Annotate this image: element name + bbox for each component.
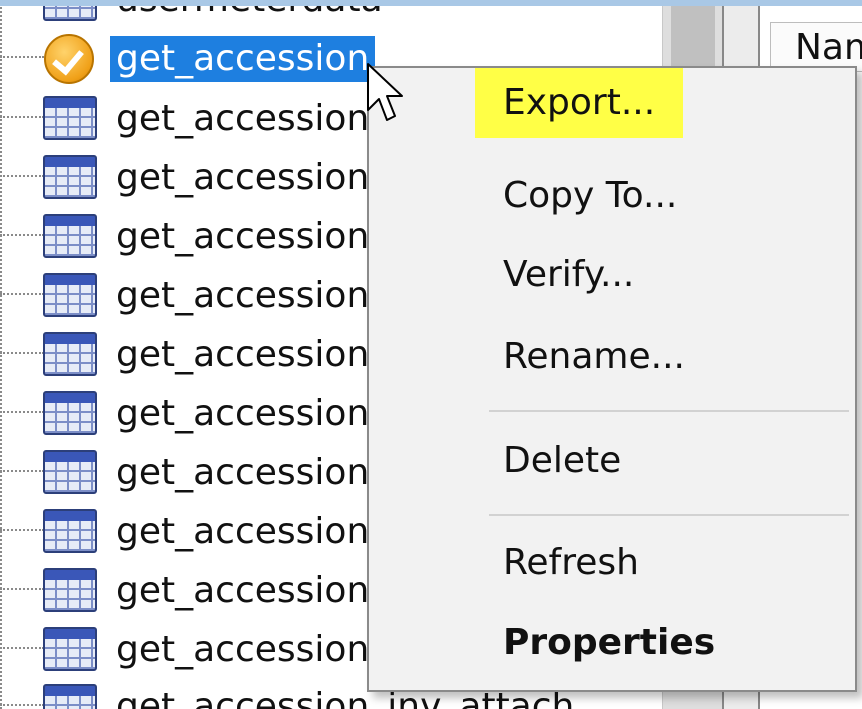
- checkmark-icon: [44, 34, 94, 84]
- table-icon: [43, 273, 97, 317]
- menu-item-delete[interactable]: Delete: [475, 426, 649, 496]
- tree-connector: [0, 293, 44, 295]
- table-icon: [43, 96, 97, 140]
- window-frame-top: [0, 0, 862, 6]
- menu-item-properties[interactable]: Properties: [475, 608, 743, 678]
- tree-item-label: get_accession: [116, 511, 370, 552]
- tree-item-label: get_accession: [110, 36, 376, 82]
- tree-connector: [0, 704, 44, 706]
- tree-connector: [0, 529, 44, 531]
- menu-item-refresh[interactable]: Refresh: [475, 528, 667, 598]
- tree-item-label: get_accession: [116, 452, 370, 493]
- tree-connector: [0, 588, 44, 590]
- tree-connector: [0, 116, 44, 118]
- tree-connector: [0, 56, 44, 58]
- mouse-pointer-icon: [367, 63, 403, 121]
- menu-item-rename[interactable]: Rename...: [475, 322, 713, 392]
- tree-item-label: get_accession: [116, 334, 370, 375]
- table-icon: [43, 684, 97, 709]
- tree-item-label: get_accession: [116, 275, 370, 316]
- menu-separator: [489, 514, 849, 516]
- table-icon: [43, 568, 97, 612]
- tree-connector: [0, 470, 44, 472]
- table-icon: [43, 332, 97, 376]
- tree-item-label: get_accession: [116, 157, 370, 198]
- tree-item-label: get_accession: [116, 216, 370, 257]
- table-icon: [43, 155, 97, 199]
- tree-connector: [0, 411, 44, 413]
- table-icon: [43, 509, 97, 553]
- tree-item-label: get_accession: [116, 393, 370, 434]
- menu-item-verify[interactable]: Verify...: [475, 240, 662, 310]
- tree-connector: [0, 234, 44, 236]
- tree-connector: [0, 647, 44, 649]
- tree-connector: [0, 352, 44, 354]
- tree-item-label: get_accession: [116, 629, 370, 670]
- column-header-label: Name: [795, 27, 862, 68]
- tree-connector: [0, 175, 44, 177]
- table-icon: [43, 391, 97, 435]
- table-icon: [43, 450, 97, 494]
- menu-item-copy-to[interactable]: Copy To...: [475, 161, 705, 231]
- table-icon: [43, 214, 97, 258]
- tree-item-label: get_accession: [116, 570, 370, 611]
- context-menu: Export... Copy To... Verify... Rename...…: [367, 66, 857, 692]
- column-header-name[interactable]: Name: [770, 22, 862, 72]
- menu-item-export[interactable]: Export...: [475, 68, 684, 138]
- menu-separator: [489, 410, 849, 412]
- table-icon: [43, 627, 97, 671]
- tree-item-label: get_accession: [116, 98, 370, 139]
